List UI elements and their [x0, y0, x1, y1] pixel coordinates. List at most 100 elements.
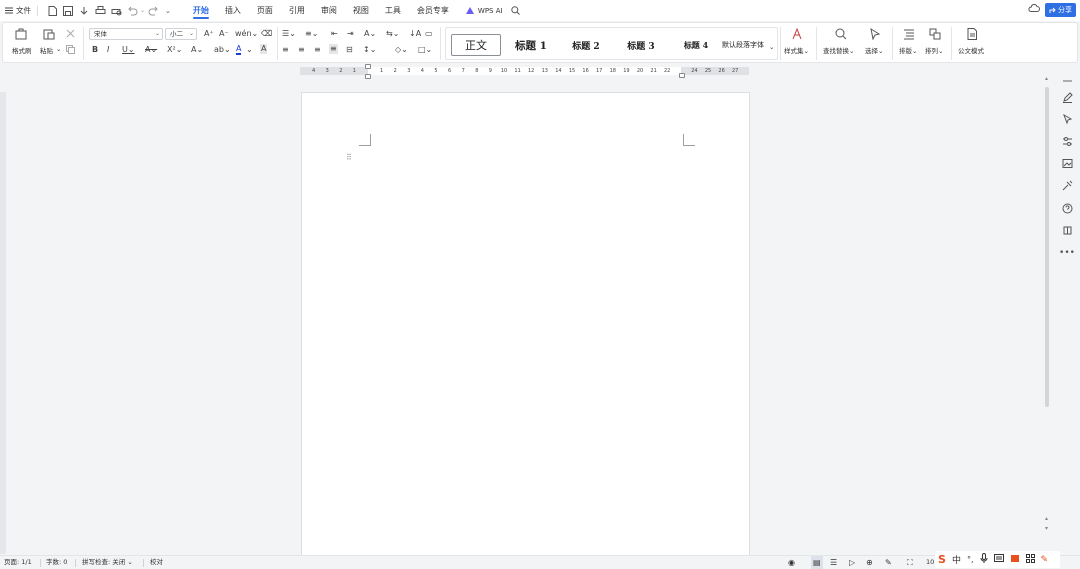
numbered-list-icon[interactable]: ≡⌄	[305, 29, 318, 39]
wps-ai-tab[interactable]: WPS AI	[465, 0, 503, 21]
undo-dropdown-icon[interactable]: ⌄	[140, 7, 145, 14]
layout-icon[interactable]	[903, 28, 915, 42]
tab-6[interactable]: 工具	[377, 0, 409, 21]
increase-font-icon[interactable]: A⁺	[204, 29, 214, 39]
zoom-level[interactable]: 10	[926, 556, 934, 569]
style-item-0[interactable]: 正文	[451, 34, 501, 56]
keyboard-icon[interactable]	[993, 554, 1004, 565]
tools-icon[interactable]	[1060, 178, 1074, 192]
eye-protection-icon[interactable]: ◉	[788, 556, 795, 569]
char-shading-icon[interactable]: A	[260, 44, 268, 54]
cloud-sync-icon[interactable]	[1028, 3, 1040, 13]
cloud-doc-icon[interactable]	[1060, 223, 1074, 237]
tab-0[interactable]: 开始	[185, 0, 217, 21]
more-options-icon[interactable]: •••	[1059, 246, 1075, 260]
undo-icon[interactable]	[125, 4, 139, 18]
borders-icon[interactable]: □⌄	[418, 45, 432, 55]
tab-3[interactable]: 引用	[281, 0, 313, 21]
font-color-icon[interactable]: A	[236, 44, 242, 55]
page-view-icon[interactable]: ▤	[811, 556, 823, 569]
layout-label[interactable]: 排版⌄	[899, 45, 917, 55]
official-doc-label[interactable]: 公文模式	[958, 45, 984, 55]
styles-more-icon[interactable]: ⌄	[769, 43, 774, 51]
left-indent-marker[interactable]	[365, 64, 371, 69]
cut-icon[interactable]	[66, 29, 75, 40]
adjust-settings-icon[interactable]	[1060, 134, 1074, 148]
phonetic-guide-icon[interactable]: wén⌄	[235, 29, 258, 39]
bold-icon[interactable]: B	[92, 45, 98, 55]
image-edit-icon[interactable]	[1060, 156, 1074, 170]
paste-icon[interactable]	[43, 28, 55, 42]
justify-icon[interactable]: ≡	[329, 44, 338, 54]
align-center-icon[interactable]: ≡	[298, 45, 305, 55]
ime-language-toggle[interactable]: 中	[952, 553, 961, 566]
right-indent-marker[interactable]	[679, 73, 685, 78]
bullet-list-icon[interactable]: ☰⌄	[282, 29, 296, 39]
word-count[interactable]: 字数: 0	[46, 556, 67, 569]
style-set-label[interactable]: 样式集⌄	[784, 45, 809, 55]
decrease-indent-icon[interactable]: ⇤	[331, 29, 338, 39]
help-icon[interactable]	[1060, 201, 1074, 215]
official-doc-icon[interactable]	[966, 28, 978, 42]
save-icon[interactable]	[61, 4, 75, 18]
file-menu[interactable]: 文件	[0, 0, 31, 21]
show-marks-icon[interactable]: ▭	[425, 29, 433, 39]
arrange-label[interactable]: 排列⌄	[925, 45, 943, 55]
copy-icon[interactable]	[66, 45, 75, 56]
redo-icon[interactable]	[146, 4, 160, 18]
print-preview-icon[interactable]	[109, 4, 123, 18]
export-pdf-icon[interactable]	[77, 4, 91, 18]
vertical-ruler[interactable]	[0, 92, 6, 554]
tab-1[interactable]: 插入	[217, 0, 249, 21]
minimize-sidebar-icon[interactable]	[1060, 74, 1074, 88]
shading-icon[interactable]: ◇⌄	[395, 45, 408, 55]
skin-icon[interactable]	[1010, 554, 1020, 566]
select-label[interactable]: 选择⌄	[865, 45, 883, 55]
text-effect-icon[interactable]: A⌄	[191, 45, 203, 55]
paste-dropdown-icon[interactable]: ⌄	[56, 45, 61, 53]
align-left-icon[interactable]: ≡	[282, 45, 289, 55]
ime-settings-icon[interactable]: ✎	[1041, 555, 1049, 565]
tab-7[interactable]: 会员专享	[409, 0, 457, 21]
underline-icon[interactable]: U⌄	[122, 45, 135, 55]
scroll-up-icon[interactable]: ▴	[1045, 75, 1048, 82]
hanging-indent-marker[interactable]	[365, 74, 371, 79]
customize-quick-access-icon[interactable]: ⌄	[165, 7, 171, 15]
superscript-icon[interactable]: X²⌄	[167, 45, 182, 55]
font-name-select[interactable]: 宋体 ⌄	[89, 28, 163, 40]
style-set-icon[interactable]	[791, 27, 803, 42]
chinese-layout-icon[interactable]: A⌄	[364, 29, 376, 39]
punctuation-icon[interactable]: °,	[967, 555, 974, 564]
reading-mode-icon[interactable]: ▷	[849, 556, 855, 569]
edit-pen-icon[interactable]	[1060, 90, 1074, 104]
clear-format-icon[interactable]: ⌫	[261, 29, 272, 39]
proofread-button[interactable]: 校对	[150, 556, 163, 569]
style-item-2[interactable]: 标题 2	[561, 34, 611, 56]
scroll-prev-page-icon[interactable]: ▴	[1045, 515, 1048, 522]
font-color-dropdown-icon[interactable]: ⌄	[246, 45, 253, 55]
tab-5[interactable]: 视图	[345, 0, 377, 21]
find-replace-label[interactable]: 查找替换⌄	[823, 45, 854, 55]
share-button[interactable]: 分享	[1045, 3, 1076, 17]
outline-view-icon[interactable]: ☰	[830, 556, 837, 569]
strikethrough-icon[interactable]: A⌄	[145, 45, 157, 55]
paste-label[interactable]: 粘贴	[40, 45, 53, 55]
italic-icon[interactable]: I	[107, 45, 109, 55]
toolbox-grid-icon[interactable]	[1025, 553, 1035, 566]
vertical-scrollbar[interactable]: ▴ ▴ ▾	[1045, 75, 1050, 555]
document-page[interactable]: ⠿	[301, 92, 750, 562]
sogou-logo-icon[interactable]: S	[938, 553, 946, 566]
select-cursor-icon[interactable]	[1060, 112, 1074, 126]
page-indicator[interactable]: 页面: 1/1	[4, 556, 32, 569]
spell-check-toggle[interactable]: 拼写检查: 关闭 ⌄	[82, 556, 133, 569]
write-mode-icon[interactable]: ✎	[885, 556, 892, 569]
text-direction-icon[interactable]: ⇆⌄	[386, 29, 399, 39]
arrange-icon[interactable]	[929, 28, 941, 42]
line-spacing-icon[interactable]: ↕⌄	[363, 45, 376, 55]
align-right-icon[interactable]: ≡	[314, 45, 321, 55]
sort-icon[interactable]: ↓A	[409, 29, 421, 39]
style-item-4[interactable]: 标题 4	[671, 34, 721, 56]
style-item-1[interactable]: 标题 1	[506, 34, 556, 56]
microphone-icon[interactable]	[980, 553, 988, 566]
scroll-next-page-icon[interactable]: ▾	[1045, 525, 1048, 532]
